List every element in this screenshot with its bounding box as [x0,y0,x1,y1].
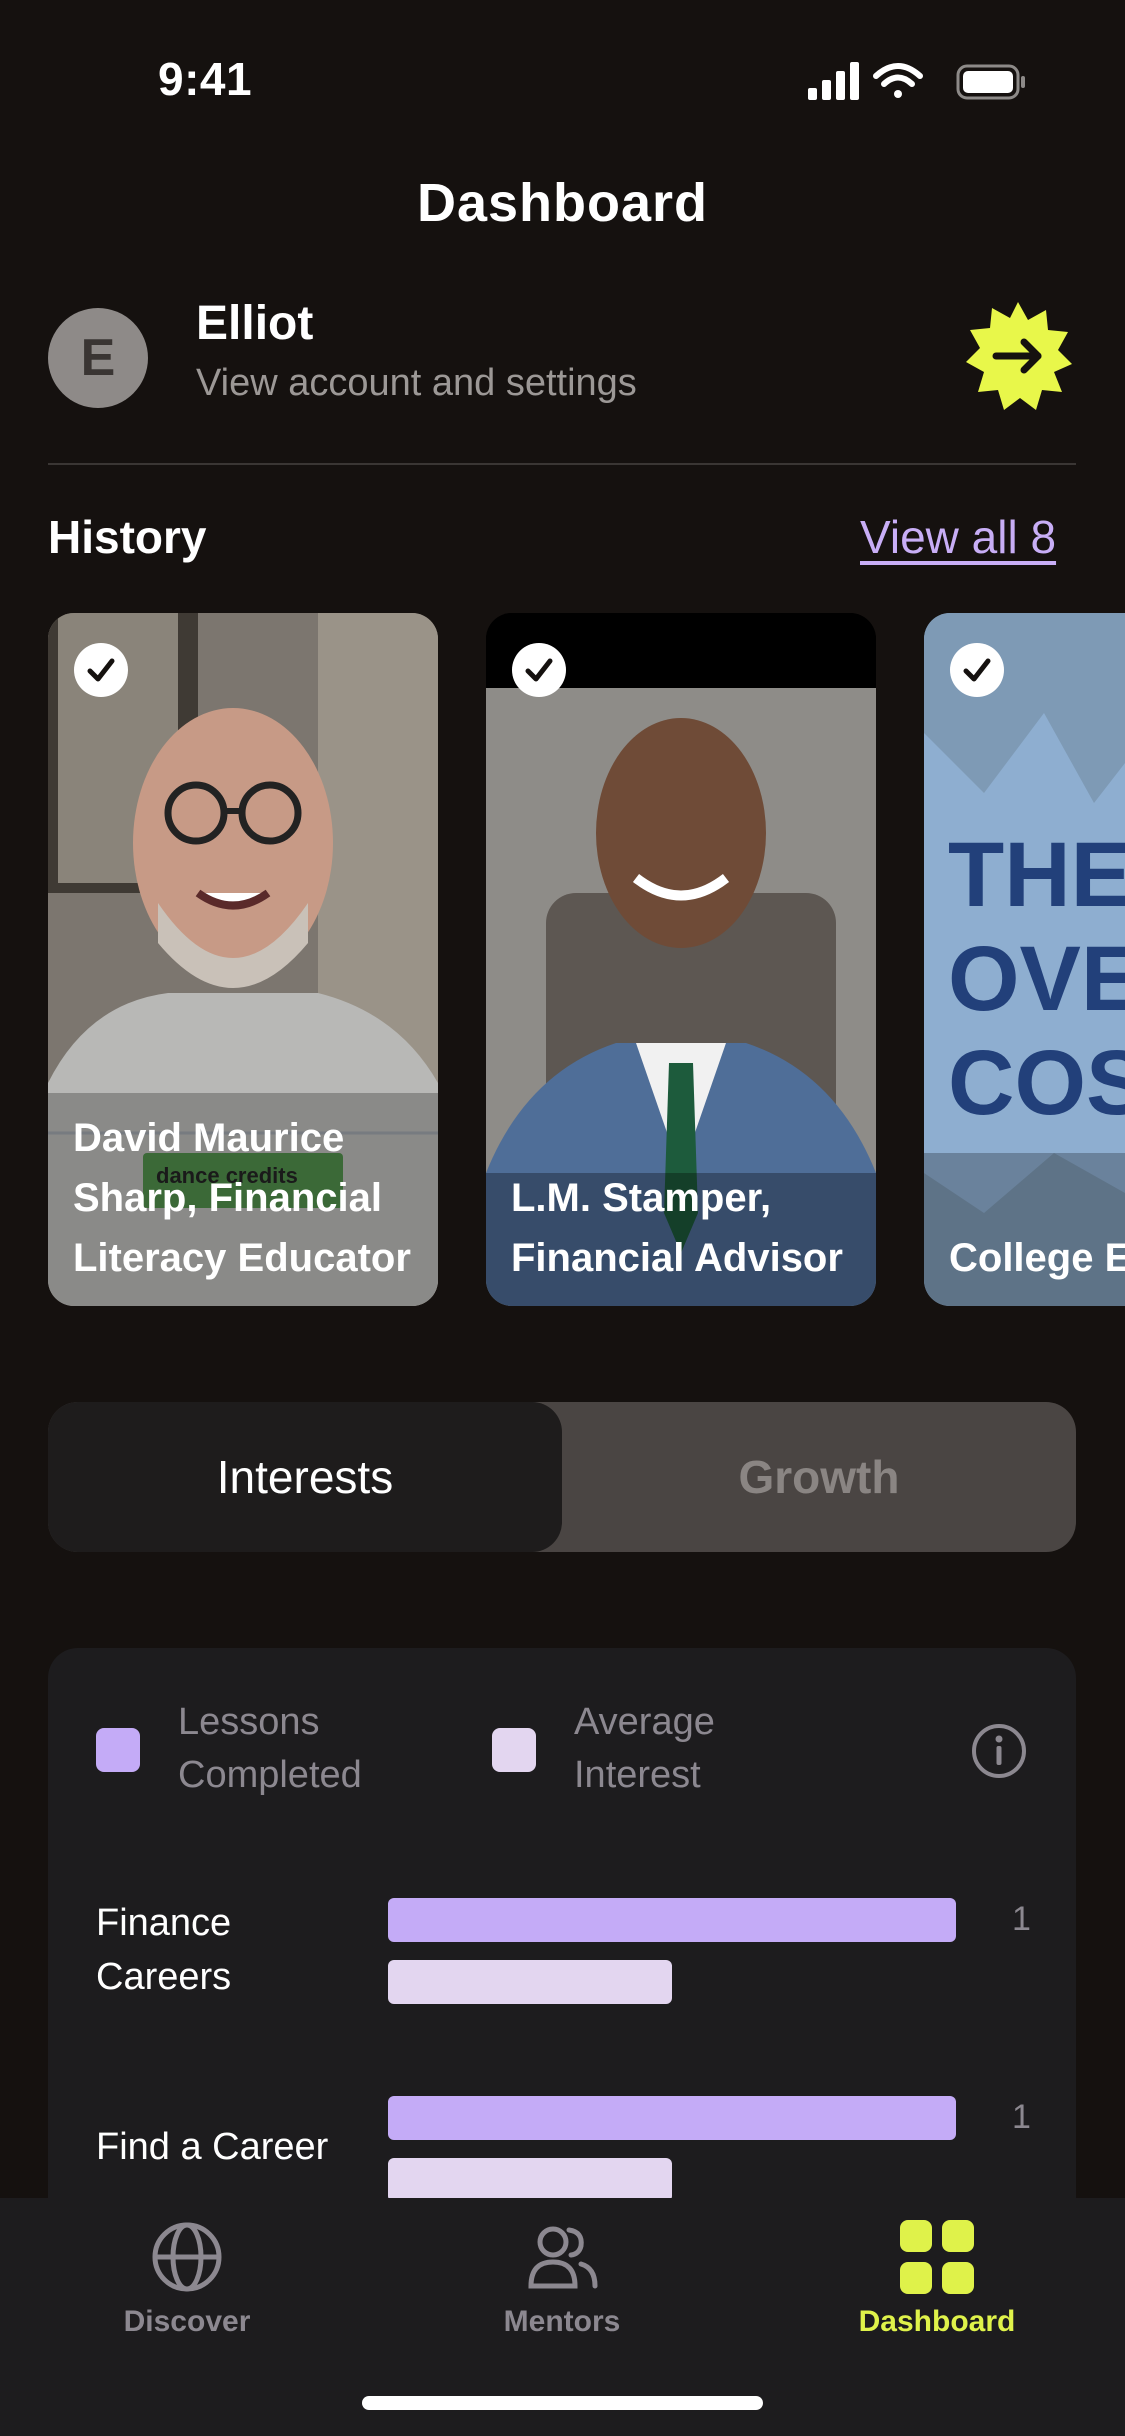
legend-label-lessons: Lessons Completed [178,1701,362,1796]
grid-icon [900,2220,974,2294]
tab-growth[interactable]: Growth [562,1402,1076,1552]
tab-interests[interactable]: Interests [48,1402,562,1552]
bar-average-interest [388,2158,672,2202]
history-card[interactable]: dance credits David Maurice Sharp, Finan… [48,613,438,1306]
bar-value-label: 1 [1012,2098,1031,2136]
watched-check-icon [74,643,128,697]
history-heading: History [48,511,207,563]
battery-icon [956,64,1025,100]
card-title: L.M. Stamper, Financial Advisor [511,1176,843,1280]
history-card[interactable]: L.M. Stamper, Financial Advisor [486,613,876,1306]
poster-text: THE OVEI COST [948,824,1125,1134]
divider [48,463,1076,465]
legend-label-interest: Average Interest [574,1701,715,1796]
nav-label: Mentors [503,2305,621,2338]
nav-item-dashboard[interactable]: Dashboard [837,2220,1037,2339]
card-title: College Ex [949,1236,1125,1280]
page-title: Dashboard [416,173,709,233]
nav-item-mentors[interactable]: Mentors [462,2220,662,2339]
status-time: 9:41 [158,53,253,105]
view-all-link[interactable]: View all 8 [860,510,1056,564]
bar-lessons-completed [388,2096,956,2140]
card-title: David Maurice Sharp, Financial Literacy … [73,1116,411,1280]
chart-row-label: Finance Careers [96,1902,232,1998]
nav-label: Dashboard [858,2305,1016,2338]
wifi-icon [873,63,923,98]
nav-item-discover[interactable]: Discover [87,2220,287,2339]
people-icon [528,2226,598,2289]
cellular-signal-icon [808,62,859,100]
nav-label: Discover [123,2305,251,2338]
avatar[interactable]: E [48,308,148,408]
account-subtitle[interactable]: View account and settings [196,362,637,405]
legend-swatch-lessons [96,1728,140,1772]
home-indicator [362,2396,763,2410]
watched-check-icon [512,643,566,697]
watched-check-icon [950,643,1004,697]
bar-value-label: 1 [1012,1900,1031,1938]
status-icons [808,62,1025,100]
chart-row-label: Find a Career [96,2126,329,2168]
account-name[interactable]: Elliot [196,296,313,351]
account-settings-button[interactable] [962,300,1074,412]
legend-swatch-interest [492,1728,536,1772]
info-icon[interactable] [970,1722,1028,1780]
history-card[interactable]: THE OVEI COST College Ex [924,613,1125,1306]
bar-lessons-completed [388,1898,956,1942]
globe-icon [152,2222,222,2292]
bar-average-interest [388,1960,672,2004]
